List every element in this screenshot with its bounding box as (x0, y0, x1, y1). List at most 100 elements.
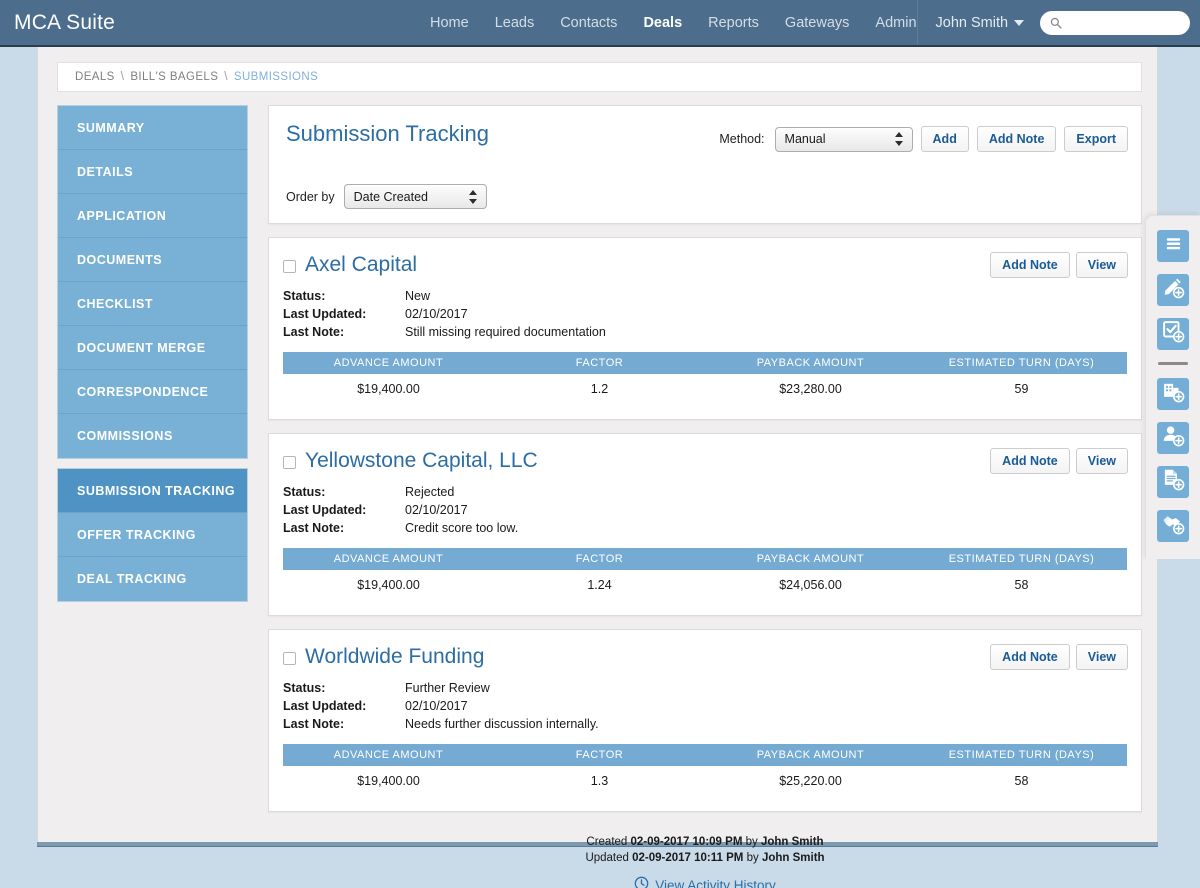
card-add-note-button[interactable]: Add Note (990, 252, 1070, 278)
card-last-updated-value: 02/10/2017 (405, 307, 468, 321)
cell-estimated-turn: 59 (1014, 381, 1029, 396)
nav-link-contacts[interactable]: Contacts (560, 15, 617, 31)
nav-link-deals[interactable]: Deals (643, 15, 682, 31)
card-last-note-label: Last Note: (283, 521, 345, 535)
sidebar-item-application[interactable]: APPLICATION (58, 194, 247, 238)
chevron-updown-icon (468, 189, 478, 205)
add-button[interactable]: Add (920, 126, 969, 152)
nav-link-leads[interactable]: Leads (495, 15, 535, 31)
breadcrumb-separator: \ (224, 71, 228, 83)
chevron-updown-icon (894, 131, 904, 147)
card-last-note-label: Last Note: (283, 325, 345, 339)
add-note-icon (1162, 276, 1185, 304)
main-content: Submission Tracking Method: Manual Add A… (268, 105, 1142, 888)
toolbar-add-document-button[interactable] (1157, 466, 1189, 498)
export-button[interactable]: Export (1064, 126, 1128, 152)
method-select[interactable]: Manual (774, 126, 913, 152)
submission-checkbox[interactable] (283, 260, 296, 273)
card-meta: Status: Further Review Last Updated: 02/10/… (283, 679, 1127, 733)
submission-checkbox[interactable] (283, 652, 296, 665)
cell-advance-amount: $19,400.00 (357, 773, 420, 788)
card-add-note-button[interactable]: Add Note (990, 644, 1070, 670)
breadcrumb-item-1[interactable]: BILL'S BAGELS (130, 71, 218, 83)
submission-name-link[interactable]: Yellowstone Capital, LLC (305, 447, 538, 475)
search-input[interactable] (1066, 14, 1185, 31)
toolbar-add-company-button[interactable] (1157, 378, 1189, 410)
table-header-cell: FACTOR (494, 548, 705, 570)
add-note-button[interactable]: Add Note (976, 126, 1057, 152)
card-last-updated-label: Last Updated: (283, 503, 367, 517)
sidebar-item-commissions[interactable]: COMMISSIONS (58, 414, 247, 458)
cell-payback-amount: $23,280.00 (779, 381, 842, 396)
right-quick-actions-toolbar (1145, 215, 1200, 559)
view-activity-history-link[interactable]: View Activity History (634, 876, 776, 888)
sidebar-item-documents[interactable]: DOCUMENTS (58, 238, 247, 282)
nav-link-gateways[interactable]: Gateways (785, 15, 849, 31)
user-name-label[interactable]: John Smith (936, 15, 1009, 31)
card-last-updated-label: Last Updated: (283, 699, 367, 713)
top-navigation-bar: MCA Suite Home Leads Contacts Deals Reports G… (0, 0, 1200, 47)
card-status-value: Further Review (405, 681, 490, 695)
card-view-button[interactable]: View (1075, 252, 1128, 278)
cell-advance-amount: $19,400.00 (357, 381, 420, 396)
search-icon (1050, 17, 1062, 29)
sidebar-item-checklist[interactable]: CHECKLIST (58, 282, 247, 326)
card-last-note-row: Last Note: Needs further discussion inter… (283, 715, 1127, 733)
add-task-icon (1162, 320, 1185, 348)
sidebar-group-primary: SUMMARY DETAILS APPLICATION DOCUMENTS CHECKL… (57, 105, 248, 459)
nav-link-home[interactable]: Home (430, 15, 469, 31)
cell-payback-amount: $24,056.00 (779, 577, 842, 592)
cell-factor: 1.24 (587, 577, 612, 592)
updated-timestamp: 02-09-2017 10:11 PM (632, 852, 744, 864)
table-header-cell: PAYBACK AMOUNT (705, 744, 916, 766)
breadcrumb-item-2[interactable]: SUBMISSIONS (234, 71, 318, 83)
card-status-row: Status: New (283, 287, 1127, 305)
view-activity-history-label: View Activity History (655, 877, 776, 888)
toolbar-add-task-button[interactable] (1157, 318, 1189, 350)
method-select-value: Manual (784, 132, 826, 146)
sidebar-item-document-merge[interactable]: DOCUMENT MERGE (58, 326, 247, 370)
card-status-label: Status: (283, 485, 326, 499)
nav-link-admin[interactable]: Admin (875, 15, 916, 31)
cell-estimated-turn: 58 (1014, 577, 1029, 592)
order-by-select[interactable]: Date Created (343, 184, 487, 209)
global-search-box[interactable] (1040, 10, 1191, 35)
table-row: $19,400.00 1.3 $25,220.00 58 (283, 766, 1127, 795)
table-header-cell: ESTIMATED TURN (DAYS) (916, 352, 1127, 374)
sidebar-item-offer-tracking[interactable]: OFFER TRACKING (58, 513, 247, 557)
chevron-down-icon[interactable] (1014, 19, 1025, 26)
card-view-button[interactable]: View (1075, 448, 1128, 474)
order-by-row: Order by Date Created (286, 184, 487, 209)
toolbar-add-note-button[interactable] (1157, 274, 1189, 306)
sidebar-item-submission-tracking[interactable]: SUBMISSION TRACKING (58, 469, 247, 513)
submission-name-link[interactable]: Worldwide Funding (305, 643, 484, 671)
table-header-row: ADVANCE AMOUNT FACTOR PAYBACK AMOUNT ESTIMA… (283, 548, 1127, 570)
card-view-button[interactable]: View (1075, 644, 1128, 670)
toolbar-add-contact-button[interactable] (1157, 422, 1189, 454)
table-header-row: ADVANCE AMOUNT FACTOR PAYBACK AMOUNT ESTIMA… (283, 352, 1127, 374)
nav-link-reports[interactable]: Reports (708, 15, 759, 31)
submission-name-link[interactable]: Axel Capital (305, 251, 417, 279)
submission-card-list: Axel Capital Add Note View Status: New Last U… (268, 237, 1142, 812)
card-status-value: New (405, 289, 431, 303)
updated-by-user: John Smith (761, 852, 825, 864)
breadcrumb: DEALS \ BILL'S BAGELS \ SUBMISSIONS (57, 62, 1142, 92)
table-header-cell: PAYBACK AMOUNT (705, 352, 916, 374)
sidebar-item-details[interactable]: DETAILS (58, 150, 247, 194)
app-brand-title[interactable]: MCA Suite (0, 11, 430, 35)
toolbar-add-deal-button[interactable] (1157, 510, 1189, 542)
breadcrumb-item-0[interactable]: DEALS (75, 71, 115, 83)
sidebar-item-summary[interactable]: SUMMARY (58, 106, 247, 150)
table-header-cell: ADVANCE AMOUNT (283, 744, 494, 766)
card-add-note-button[interactable]: Add Note (990, 448, 1070, 474)
submission-checkbox[interactable] (283, 456, 296, 469)
cell-estimated-turn: 58 (1014, 773, 1029, 788)
submission-card: Axel Capital Add Note View Status: New Last U… (268, 237, 1142, 420)
cell-factor: 1.2 (590, 381, 609, 396)
sidebar-item-deal-tracking[interactable]: DEAL TRACKING (58, 557, 247, 601)
table-header-cell: FACTOR (494, 352, 705, 374)
sidebar-group-tracking: SUBMISSION TRACKING OFFER TRACKING DEAL TR… (57, 468, 248, 602)
toolbar-menu-toggle-button[interactable] (1157, 230, 1189, 262)
sidebar-item-correspondence[interactable]: CORRESPONDENCE (58, 370, 247, 414)
updated-by-prefix: by (746, 852, 759, 864)
